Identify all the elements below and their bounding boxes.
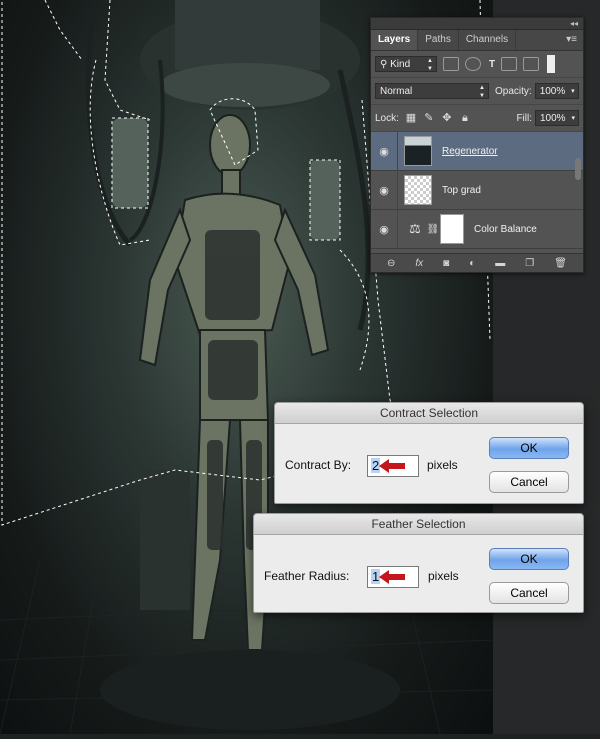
lock-image-icon[interactable]: ✎ [423,112,435,124]
lock-position-icon[interactable]: ✥ [441,112,453,124]
fx-icon[interactable]: fx [415,258,423,269]
pixels-unit-label: pixels [427,458,458,472]
filter-kind-label: Kind [390,59,411,70]
blend-mode-select[interactable]: Normal ▲ ▼ [375,83,489,99]
feather-radius-label: Feather Radius: [264,569,350,583]
lock-label: Lock: [375,112,399,124]
panel-menu-icon[interactable]: ▾≡ [566,30,577,50]
panel-tabs: Layers Paths Channels ▾≡ [371,30,583,51]
search-icon: ⚲ [380,59,391,70]
tab-layers[interactable]: Layers [371,30,419,50]
dropdown-arrow-icon: ▾ [571,115,575,122]
dialog-title[interactable]: Feather Selection [254,514,583,535]
layer-name[interactable]: Top grad [442,185,481,196]
filter-shape-icon[interactable] [501,57,518,71]
divider [397,171,398,209]
layer-row-regenerator[interactable]: ◉ Regenerator [371,132,583,171]
lock-all-icon[interactable]: 🔒︎ [459,112,471,124]
layer-row-top-grad[interactable]: ◉ Top grad [371,171,583,210]
layer-row-color-balance[interactable]: ◉ ⚖ ⛓ Color Balance [371,210,583,249]
layer-thumbnail [404,136,432,166]
layer-name[interactable]: Color Balance [474,224,537,235]
link-icon[interactable]: ⊖ [387,258,395,269]
tab-paths[interactable]: Paths [418,30,459,50]
panel-scrollbar[interactable] [575,158,581,180]
fill-label: Fill: [516,112,532,124]
ok-button[interactable]: OK [489,437,569,459]
lock-row: Lock: ▦ ✎ ✥ 🔒︎ Fill: 100% ▾ [371,105,583,132]
pixels-unit-label: pixels [428,569,459,583]
ok-button[interactable]: OK [489,548,569,570]
filter-pixel-icon[interactable] [443,57,459,71]
select-arrows-icon: ▲ ▼ [427,58,433,72]
new-layer-icon[interactable]: ❐ [525,258,534,269]
folder-icon[interactable]: ▬ [495,258,505,269]
collapse-panel-icon[interactable]: ◂◂ [570,18,578,29]
panel-footer: ⊖ fx ◙ ◐ ▬ ❐ 🗑︎ [371,253,583,272]
visibility-eye-icon[interactable]: ◉ [371,223,397,236]
fill-value: 100% [540,113,566,124]
mask-icon[interactable]: ◙ [443,258,449,269]
filter-toggle-icon[interactable] [547,55,556,73]
filter-row: ⚲ Kind ▲ ▼ T [371,51,583,78]
layer-thumbnail [404,175,432,205]
tab-channels[interactable]: Channels [459,30,517,50]
photoshop-workspace: ◂◂ Layers Paths Channels ▾≡ ⚲ Kind ▲ ▼ T … [0,0,600,735]
layer-name[interactable]: Regenerator [442,146,498,157]
chain-link-icon[interactable]: ⛓ [426,224,440,235]
opacity-label: Opacity: [495,85,532,97]
filter-type-icon[interactable]: T [489,59,495,70]
visibility-eye-icon[interactable]: ◉ [371,145,397,158]
fill-field[interactable]: 100% ▾ [535,110,579,126]
cancel-button[interactable]: Cancel [489,471,569,493]
contract-by-label: Contract By: [285,458,352,472]
visibility-eye-icon[interactable]: ◉ [371,184,397,197]
adjustment-icon[interactable]: ◐ [469,258,475,269]
balance-scale-icon: ⚖ [409,221,421,236]
layers-panel: ◂◂ Layers Paths Channels ▾≡ ⚲ Kind ▲ ▼ T … [370,17,584,273]
trash-icon[interactable]: 🗑︎ [554,258,567,269]
filter-kind-select[interactable]: ⚲ Kind ▲ ▼ [375,56,437,72]
feather-selection-dialog: Feather Selection Feather Radius: 1 pixe… [253,513,584,613]
cancel-button[interactable]: Cancel [489,582,569,604]
dropdown-arrow-icon: ▾ [571,88,575,95]
contract-selection-dialog: Contract Selection Contract By: 2 pixels… [274,402,584,504]
filter-smart-object-icon[interactable] [523,57,540,71]
blend-row: Normal ▲ ▼ Opacity: 100% ▾ [371,78,583,105]
panel-title-bar[interactable]: ◂◂ [371,18,583,30]
blend-mode-value: Normal [380,86,413,97]
dialog-title[interactable]: Contract Selection [275,403,583,424]
opacity-value: 100% [539,86,566,97]
divider [397,132,398,170]
red-arrow-icon [379,459,405,473]
lock-transparency-icon[interactable]: ▦ [405,112,417,124]
filter-adjustment-icon[interactable] [465,57,481,71]
select-arrows-icon: ▲ ▼ [479,85,485,99]
divider [397,210,398,248]
red-arrow-icon [379,570,405,584]
layer-mask-thumbnail [440,214,464,244]
opacity-field[interactable]: 100% ▾ [534,83,579,99]
